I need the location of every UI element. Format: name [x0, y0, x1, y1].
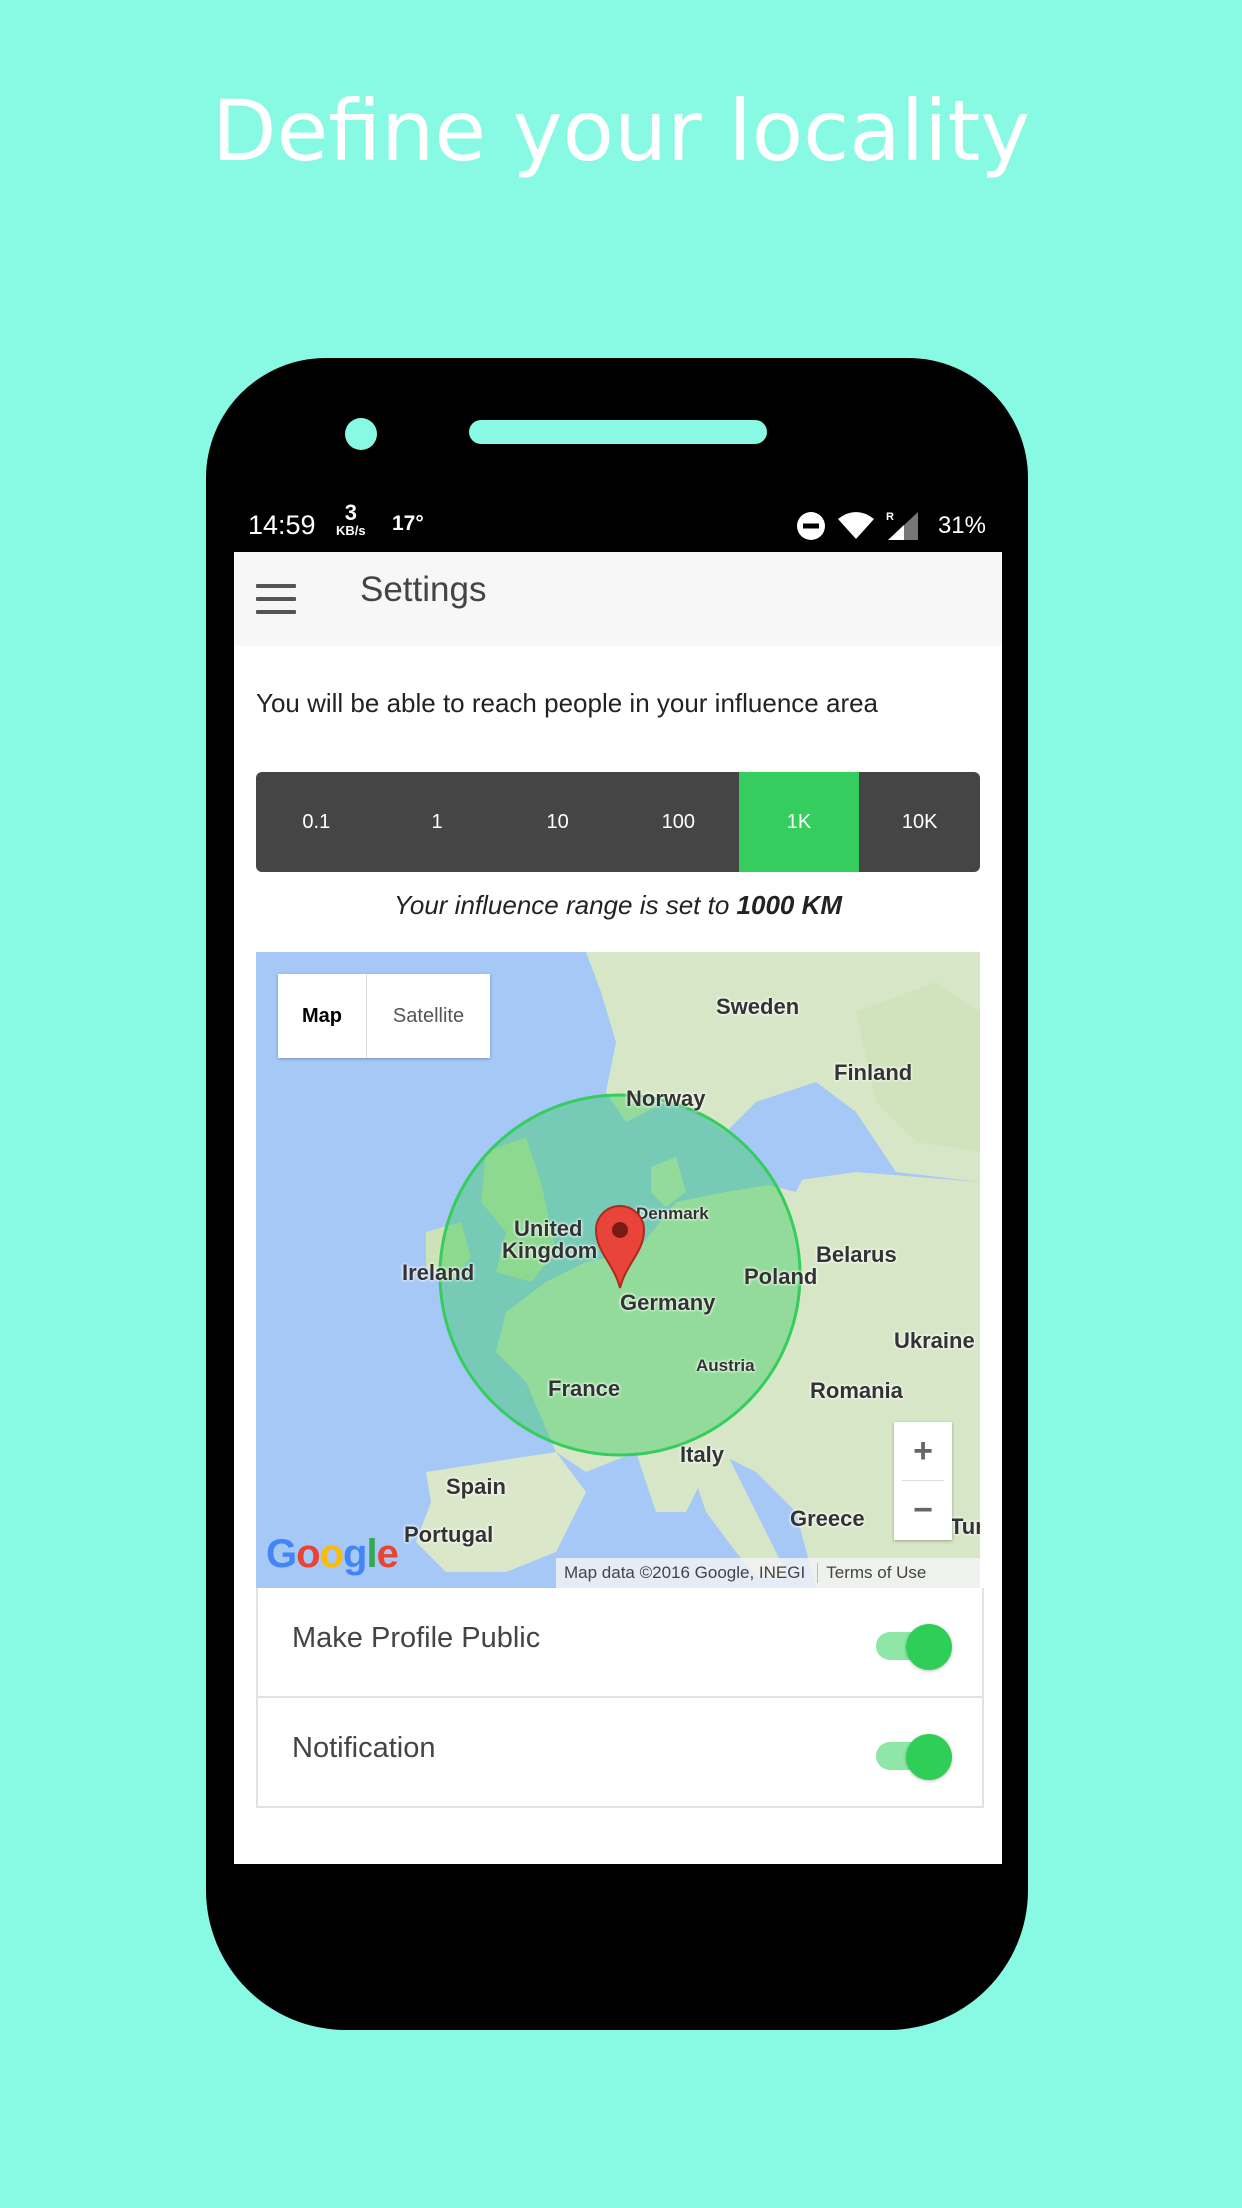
page-title: Settings — [360, 570, 487, 609]
svg-text:R: R — [886, 511, 894, 523]
range-option-1[interactable]: 1 — [377, 772, 498, 872]
location-pin-icon[interactable] — [594, 1204, 646, 1290]
map-label-ireland: Ireland — [402, 1260, 475, 1285]
app-bar: Settings — [234, 552, 1002, 646]
map-label-denmark: Denmark — [636, 1204, 709, 1223]
map-label-greece: Greece — [790, 1506, 865, 1531]
wifi-icon — [837, 512, 874, 539]
map-data-credit: Map data ©2016 Google, INEGI — [564, 1563, 806, 1582]
map-label-italy: Italy — [680, 1442, 725, 1467]
range-status-text: Your influence range is set to 1000 KM — [234, 890, 1002, 921]
notification-toggle[interactable] — [876, 1732, 952, 1780]
google-logo-letter: o — [296, 1532, 320, 1576]
setting-label: Notification — [292, 1732, 436, 1764]
map-label-ukraine: Ukraine — [894, 1328, 975, 1353]
setting-label: Make Profile Public — [292, 1622, 541, 1654]
status-time: 14:59 — [248, 510, 316, 540]
map-type-control: Map Satellite — [278, 974, 490, 1058]
map-label-romania: Romania — [810, 1378, 903, 1403]
google-logo-letter: e — [376, 1532, 399, 1576]
map-view[interactable]: Map Satellite Sweden Finland Norway Denm… — [256, 952, 980, 1588]
cell-signal-icon: R — [886, 511, 918, 540]
status-icons: R 31% — [796, 506, 986, 546]
google-logo-letter: G — [266, 1532, 297, 1576]
range-option-10[interactable]: 10 — [497, 772, 618, 872]
intro-text: You will be able to reach people in your… — [256, 688, 879, 718]
status-bar: 14:59 3 KB/s 17° R 31% — [234, 498, 1002, 552]
headline: Define your locality — [211, 82, 1031, 180]
status-speed-value: 3 — [344, 500, 357, 525]
zoom-out-button[interactable]: − — [894, 1481, 952, 1539]
map-label-norway: Norway — [626, 1086, 706, 1111]
setting-row-profile-public: Make Profile Public — [258, 1588, 982, 1696]
map-label-sweden: Sweden — [716, 994, 800, 1019]
map-attribution: Map data ©2016 Google, INEGI Terms of Us… — [556, 1558, 980, 1588]
map-label-portugal: Portugal — [404, 1522, 494, 1547]
map-label-kingdom: Kingdom — [502, 1238, 598, 1263]
map-label-france: France — [548, 1376, 621, 1401]
status-temperature: 17° — [392, 512, 424, 535]
profile-public-toggle[interactable] — [876, 1622, 952, 1670]
zoom-in-button[interactable]: + — [894, 1422, 952, 1480]
do-not-disturb-icon — [796, 512, 825, 540]
menu-icon[interactable] — [256, 584, 296, 614]
status-battery: 31% — [937, 512, 986, 539]
map-label-germany: Germany — [620, 1290, 716, 1315]
status-network-speed: 3 KB/s — [336, 500, 366, 538]
phone-speaker — [469, 420, 767, 444]
range-status-prefix: Your influence range is set to — [393, 890, 730, 920]
map-label-poland: Poland — [744, 1264, 818, 1289]
status-speed-unit: KB/s — [336, 523, 366, 538]
google-logo-letter: o — [319, 1532, 344, 1576]
map-label-spain: Spain — [446, 1474, 506, 1499]
map-type-satellite-button[interactable]: Satellite — [367, 974, 490, 1058]
range-option-10k[interactable]: 10K — [859, 772, 980, 872]
phone-camera — [345, 418, 377, 450]
map-label-finland: Finland — [834, 1060, 913, 1085]
google-logo: Google — [266, 1532, 399, 1577]
range-status-value: 1000 KM — [736, 890, 843, 920]
phone-frame: 14:59 3 KB/s 17° R 31% Settings You will… — [206, 358, 1028, 2030]
setting-row-notification: Notification — [258, 1696, 982, 1806]
range-selector: 0.1 1 10 100 1K 10K — [256, 772, 980, 872]
app-screen: Settings You will be able to reach peopl… — [234, 552, 1002, 1864]
range-option-100[interactable]: 100 — [618, 772, 739, 872]
map-label-tur: Tur — [950, 1514, 980, 1539]
google-logo-letter: l — [366, 1532, 377, 1576]
zoom-control: + − — [894, 1422, 952, 1540]
range-option-0-1[interactable]: 0.1 — [256, 772, 377, 872]
map-label-austria: Austria — [696, 1356, 755, 1375]
range-option-1k[interactable]: 1K — [738, 772, 860, 872]
map-type-map-button[interactable]: Map — [278, 974, 367, 1058]
map-label-belarus: Belarus — [816, 1242, 897, 1267]
settings-list: Make Profile Public Notification — [256, 1588, 984, 1808]
google-logo-letter: g — [343, 1532, 367, 1576]
terms-of-use-link[interactable]: Terms of Use — [817, 1563, 926, 1583]
